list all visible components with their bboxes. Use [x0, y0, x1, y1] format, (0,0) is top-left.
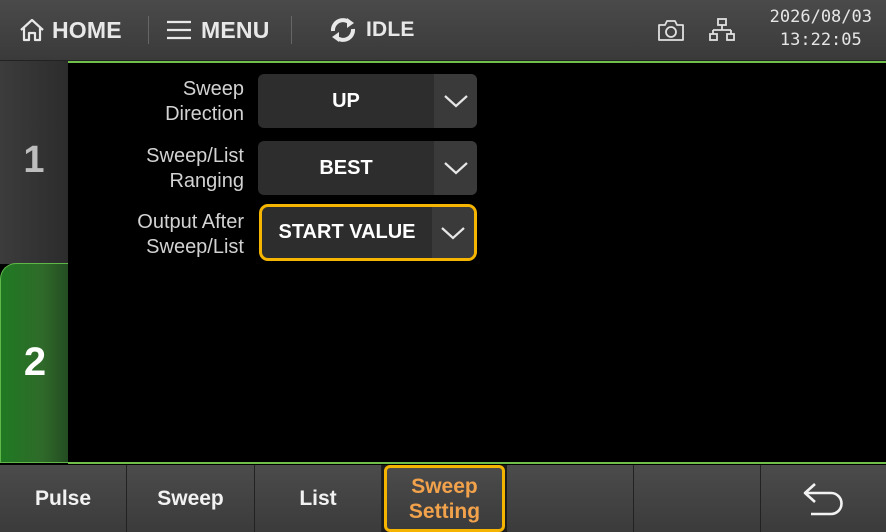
header-divider	[291, 16, 292, 44]
output-after-sweep-select[interactable]: START VALUE	[259, 204, 477, 261]
clock: 2026/08/03 13:22:05	[770, 6, 872, 52]
state-label: IDLE	[366, 18, 415, 41]
camera-icon	[658, 20, 684, 41]
home-label: HOME	[52, 16, 122, 43]
sweep-list-ranging-label: Sweep/List Ranging	[146, 144, 244, 194]
softkey-bar: Pulse Sweep List Sweep Setting	[0, 465, 886, 532]
chevron-down-icon	[443, 162, 468, 175]
softkey-list[interactable]: List	[255, 465, 382, 532]
select-value: UP	[332, 89, 360, 112]
menu-icon	[167, 20, 191, 40]
chevron-down-icon	[441, 226, 465, 239]
softkey-empty-6[interactable]	[634, 465, 761, 532]
date-text: 2026/08/03	[769, 7, 872, 27]
label-line: Sweep/List	[146, 145, 244, 167]
sweep-direction-select[interactable]: UP	[258, 74, 477, 128]
label-line: Sweep	[182, 78, 244, 100]
network-status[interactable]	[709, 0, 735, 60]
select-value: BEST	[319, 156, 373, 179]
channel-tab-2[interactable]: 2	[0, 263, 70, 463]
softkey-label: List	[299, 486, 337, 510]
back-arrow-icon	[803, 482, 843, 515]
home-button[interactable]: HOME	[18, 0, 122, 60]
back-button[interactable]	[761, 465, 886, 532]
menu-button[interactable]: MENU	[166, 0, 270, 60]
menu-label: MENU	[201, 16, 270, 43]
softkey-pulse[interactable]: Pulse	[0, 465, 127, 532]
time-text: 13:22:05	[779, 30, 862, 50]
dropdown-button[interactable]	[434, 74, 477, 128]
chevron-down-icon	[443, 95, 468, 108]
softkey-label-line: Sweep	[411, 474, 478, 498]
softkey-label-line: Setting	[408, 499, 481, 523]
refresh-icon	[330, 18, 356, 42]
network-icon	[709, 18, 735, 41]
sweep-settings-panel: Sweep Direction UP Sweep/List Ranging BE…	[68, 61, 886, 464]
dropdown-button[interactable]	[432, 207, 474, 258]
sweep-direction-label: Sweep Direction	[165, 77, 244, 127]
softkey-label: Pulse	[34, 486, 92, 510]
label-line: Sweep/List	[146, 236, 244, 258]
channel-tab-1[interactable]: 1	[0, 61, 69, 264]
label-line: Output After	[137, 211, 244, 233]
select-value: START VALUE	[278, 221, 416, 243]
softkey-empty-5[interactable]	[507, 465, 634, 532]
softkey-sweep[interactable]: Sweep	[127, 465, 255, 532]
channel-tab-label: 2	[23, 340, 47, 384]
softkey-sweep-setting[interactable]: Sweep Setting	[384, 465, 505, 532]
output-after-sweep-label: Output After Sweep/List	[137, 210, 244, 260]
status-header: HOME MENU IDLE 2026/08/03 13:22:05	[0, 0, 886, 61]
dropdown-button[interactable]	[434, 141, 477, 195]
run-state-indicator: IDLE	[328, 0, 415, 60]
channel-tab-label: 1	[23, 139, 45, 181]
home-icon	[20, 18, 44, 42]
sweep-list-ranging-select[interactable]: BEST	[258, 141, 477, 195]
header-divider	[148, 16, 149, 44]
label-line: Direction	[165, 103, 244, 125]
label-line: Ranging	[169, 170, 244, 192]
screenshot-button[interactable]	[656, 0, 686, 60]
softkey-label: Sweep	[157, 486, 224, 510]
